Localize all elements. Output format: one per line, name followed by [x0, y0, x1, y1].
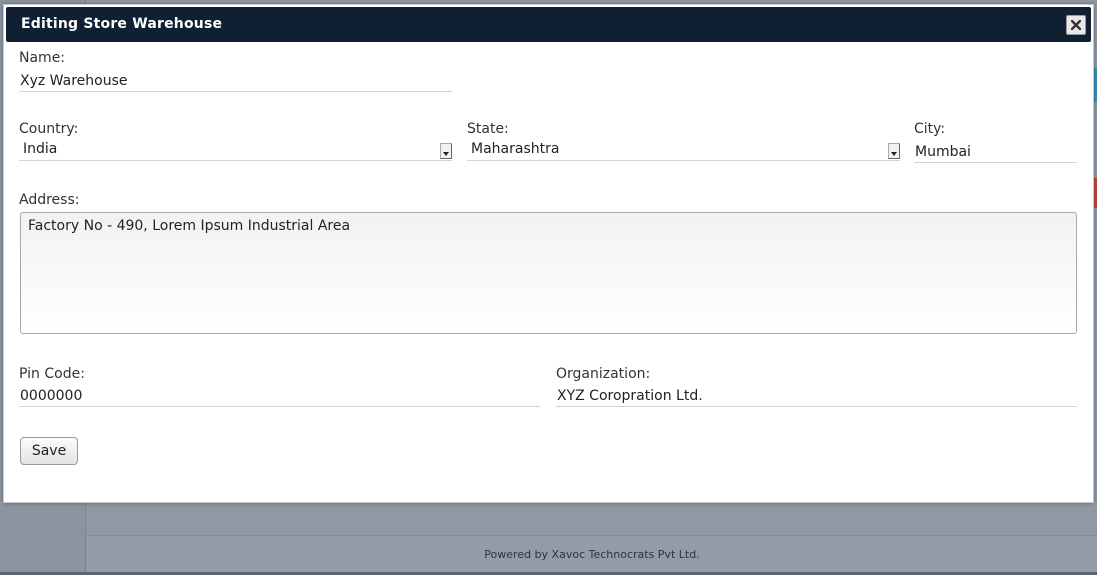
address-textarea[interactable]: Factory No - 490, Lorem Ipsum Industrial…: [20, 212, 1077, 334]
background-footer: Powered by Xavoc Technocrats Pvt Ltd.: [87, 535, 1097, 572]
close-button[interactable]: [1066, 15, 1086, 35]
edit-warehouse-dialog: Editing Store Warehouse Name: Country: I…: [3, 4, 1094, 503]
country-dropdown-arrow[interactable]: [440, 143, 452, 159]
pin-code-label: Pin Code:: [19, 366, 85, 382]
dialog-title: Editing Store Warehouse: [21, 16, 223, 32]
country-label: Country:: [19, 121, 79, 137]
dialog-titlebar: Editing Store Warehouse: [6, 7, 1091, 42]
country-select[interactable]: India: [19, 139, 452, 161]
pin-code-input[interactable]: [19, 385, 540, 407]
state-label: State:: [467, 121, 509, 137]
chevron-down-icon: [891, 152, 897, 156]
save-button[interactable]: Save: [20, 437, 78, 465]
city-input[interactable]: [914, 141, 1077, 163]
name-label: Name:: [19, 50, 66, 66]
state-dropdown-arrow[interactable]: [888, 143, 900, 159]
name-input[interactable]: [19, 70, 452, 92]
city-label: City:: [914, 121, 946, 137]
state-selected-value: Maharashtra: [471, 141, 560, 157]
close-icon: [1071, 20, 1081, 30]
organization-input[interactable]: [556, 385, 1077, 407]
footer-credit: Powered by Xavoc Technocrats Pvt Ltd.: [484, 548, 700, 561]
address-label: Address:: [19, 192, 80, 208]
country-selected-value: India: [23, 141, 58, 157]
chevron-down-icon: [443, 152, 449, 156]
organization-label: Organization:: [556, 366, 651, 382]
state-select[interactable]: Maharashtra: [467, 139, 900, 161]
